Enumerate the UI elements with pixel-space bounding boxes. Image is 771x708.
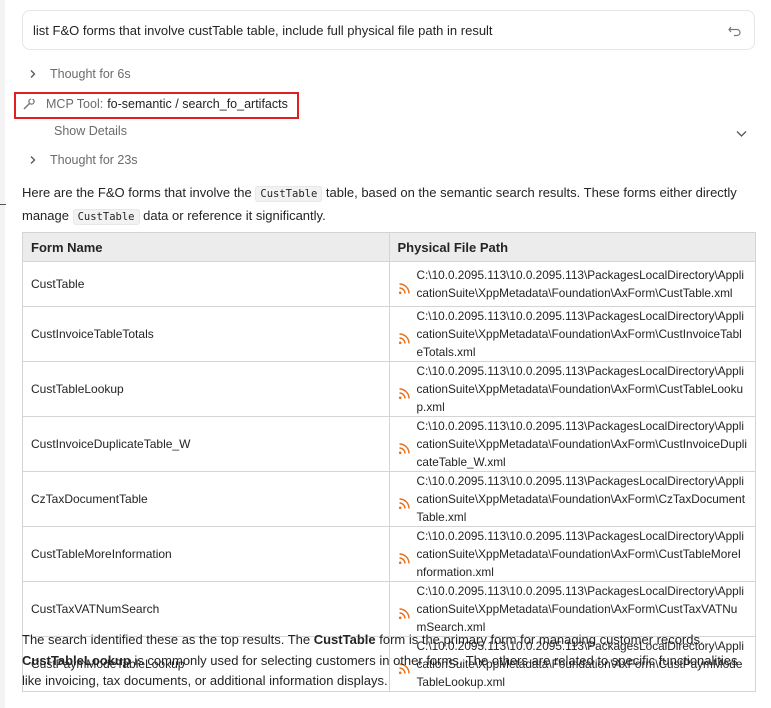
table-row: CustTableLookup C:\10.0.2095.113\10.0.209… [22, 361, 756, 417]
file-path-cell: C:\10.0.2095.113\10.0.2095.113\PackagesL… [388, 471, 756, 527]
chevron-right-icon [28, 69, 38, 79]
user-prompt-text: list F&O forms that involve custTable ta… [33, 23, 493, 38]
file-path-text: C:\10.0.2095.113\10.0.2095.113\PackagesL… [416, 529, 744, 579]
rss-icon [398, 442, 411, 455]
rss-icon [398, 607, 411, 620]
left-panel-tick [0, 204, 6, 205]
thought-label: Thought for 23s [50, 153, 138, 167]
rss-icon [398, 387, 411, 400]
chevron-down-icon[interactable] [736, 126, 747, 137]
tool-label: MCP Tool: [46, 97, 104, 111]
file-path-cell: C:\10.0.2095.113\10.0.2095.113\PackagesL… [388, 416, 756, 472]
table-row: CustTable C:\10.0.2095.113\10.0.2095.113\… [22, 261, 756, 307]
header-file-path: Physical File Path [388, 232, 756, 262]
summary-bold: CustTable [313, 632, 376, 647]
rss-icon [398, 332, 411, 345]
intro-text: data or reference it significantly. [139, 208, 326, 223]
inline-code: CustTable [255, 186, 323, 202]
response-summary: The search identified these as the top r… [22, 630, 757, 692]
wrench-icon [22, 97, 36, 111]
file-path-text: C:\10.0.2095.113\10.0.2095.113\PackagesL… [416, 419, 748, 469]
form-name-cell: CzTaxDocumentTable [22, 471, 390, 527]
form-name-cell: CustInvoiceDuplicateTable_W [22, 416, 390, 472]
rss-icon [398, 497, 411, 510]
summary-bold: CustTableLookup [22, 652, 131, 668]
summary-text: form is the primary form for managing cu… [375, 632, 704, 647]
undo-icon[interactable] [728, 23, 742, 37]
file-path-text: C:\10.0.2095.113\10.0.2095.113\PackagesL… [416, 309, 744, 359]
table-row: CzTaxDocumentTable C:\10.0.2095.113\10.0.… [22, 471, 756, 527]
table-row: CustTableMoreInformation C:\10.0.2095.113… [22, 526, 756, 582]
table-row: CustTaxVATNumSearch C:\10.0.2095.113\10.0… [22, 581, 756, 637]
form-name-cell: CustTaxVATNumSearch [22, 581, 390, 637]
table-header-row: Form Name Physical File Path [22, 232, 756, 262]
left-panel-edge [0, 0, 5, 708]
table-row: CustInvoiceTableTotals C:\10.0.2095.113\1… [22, 306, 756, 362]
file-path-cell: C:\10.0.2095.113\10.0.2095.113\PackagesL… [388, 581, 756, 637]
intro-text: Here are the F&O forms that involve the [22, 185, 256, 200]
chevron-right-icon [28, 155, 38, 165]
summary-text: The search identified these as the top r… [22, 632, 314, 647]
thought-label: Thought for 6s [50, 67, 131, 81]
file-path-cell: C:\10.0.2095.113\10.0.2095.113\PackagesL… [388, 526, 756, 582]
file-path-text: C:\10.0.2095.113\10.0.2095.113\PackagesL… [416, 364, 744, 414]
mcp-tool-row[interactable]: MCP Tool: fo-semantic / search_fo_artifa… [22, 97, 288, 111]
rss-icon [398, 282, 411, 295]
form-name-cell: CustTableMoreInformation [22, 526, 390, 582]
forms-table: Form Name Physical File Path CustTable C:… [22, 232, 756, 692]
file-path-text: C:\10.0.2095.113\10.0.2095.113\PackagesL… [416, 584, 744, 634]
file-path-cell: C:\10.0.2095.113\10.0.2095.113\PackagesL… [388, 261, 756, 307]
inline-code: CustTable [72, 209, 140, 225]
form-name-cell: CustTableLookup [22, 361, 390, 417]
show-details-link[interactable]: Show Details [54, 124, 127, 138]
response-intro: Here are the F&O forms that involve the … [22, 182, 757, 228]
file-path-cell: C:\10.0.2095.113\10.0.2095.113\PackagesL… [388, 361, 756, 417]
user-prompt-box[interactable]: list F&O forms that involve custTable ta… [22, 10, 755, 50]
header-form-name: Form Name [22, 232, 390, 262]
thought-row-2[interactable]: Thought for 23s [28, 153, 138, 167]
tool-name: fo-semantic / search_fo_artifacts [107, 97, 288, 111]
file-path-text: C:\10.0.2095.113\10.0.2095.113\PackagesL… [416, 474, 746, 524]
thought-row-1[interactable]: Thought for 6s [28, 67, 131, 81]
file-path-cell: C:\10.0.2095.113\10.0.2095.113\PackagesL… [388, 306, 756, 362]
table-row: CustInvoiceDuplicateTable_W C:\10.0.2095.… [22, 416, 756, 472]
form-name-cell: CustInvoiceTableTotals [22, 306, 390, 362]
file-path-text: C:\10.0.2095.113\10.0.2095.113\PackagesL… [416, 268, 744, 300]
rss-icon [398, 552, 411, 565]
form-name-cell: CustTable [22, 261, 390, 307]
